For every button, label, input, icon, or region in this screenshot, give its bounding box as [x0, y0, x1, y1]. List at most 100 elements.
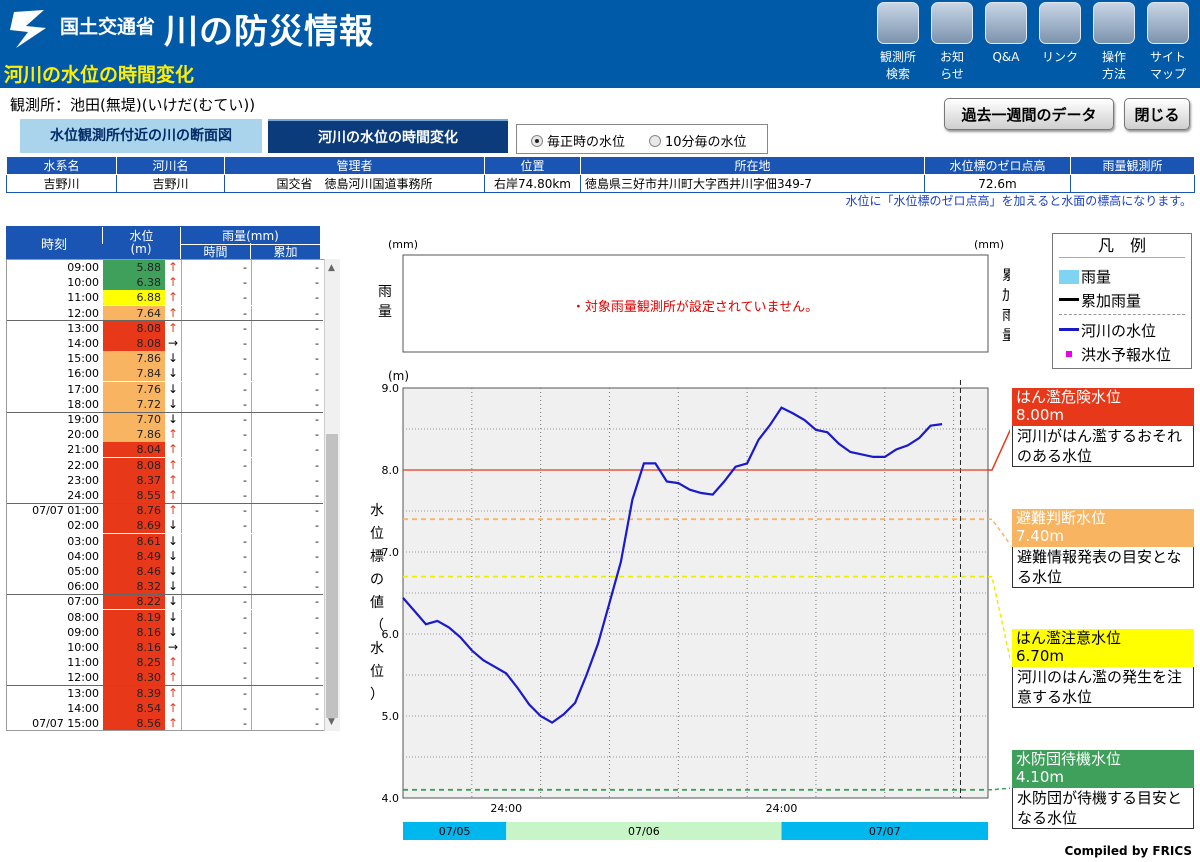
- row-rain-total: -: [251, 503, 323, 519]
- row-time: 04:00: [67, 549, 99, 563]
- row-time: 17:00: [67, 382, 99, 396]
- radio-ten-min[interactable]: 10分毎の水位: [649, 131, 747, 150]
- info-value: 徳島県三好市井川町大字西井川字佃349-7: [580, 174, 925, 193]
- row-time: 06:00: [67, 580, 99, 594]
- row-time: 02:00: [67, 519, 99, 533]
- row-time: 20:00: [67, 428, 99, 442]
- nav-sitemap[interactable]: サイト マップ: [1143, 2, 1193, 88]
- row-trend-arrow: ↓: [167, 381, 179, 396]
- y-axis-label: 値: [370, 595, 384, 611]
- row-trend-arrow: ↑: [167, 488, 179, 502]
- nav-label: お知 らせ: [939, 50, 964, 81]
- table-separator: [7, 593, 323, 595]
- threshold-name: はん濫危険水位: [1016, 388, 1122, 406]
- table-row: 12:00 8.30 ↑ - -: [7, 670, 323, 686]
- row-rain-hour: -: [181, 366, 251, 382]
- row-time: 18:00: [67, 397, 99, 411]
- table-row: 08:00 8.19 ↓ - -: [7, 609, 323, 625]
- rain-ylabel-left: 量: [378, 304, 392, 320]
- row-rain-hour: -: [181, 503, 251, 519]
- threshold-desc: 水防団が待機する目安となる水位: [1012, 788, 1194, 829]
- y-tick-label: 6.0: [382, 628, 400, 641]
- table-row: 13:00 8.39 ↑ - -: [7, 685, 323, 701]
- row-trend-arrow: →: [167, 640, 179, 654]
- y-tick-label: 4.0: [382, 792, 400, 805]
- threshold-standby-head: 水防団待機水位 4.10m: [1012, 750, 1194, 788]
- row-trend-arrow: ↑: [167, 685, 179, 700]
- rain-ylabel-right: 量: [1002, 328, 1010, 344]
- table-separator: [7, 320, 323, 322]
- col-rain-hour: 時間: [180, 243, 250, 260]
- info-header: 位置: [484, 156, 581, 175]
- info-value: [1070, 174, 1195, 193]
- tab-level-change[interactable]: 河川の水位の時間変化: [268, 119, 508, 153]
- past-week-data-button[interactable]: 過去一週間のデータ: [944, 98, 1114, 130]
- row-rain-hour: -: [181, 670, 251, 686]
- row-level: 8.69: [103, 518, 165, 534]
- row-rain-total: -: [251, 609, 323, 625]
- row-rain-hour: -: [181, 290, 251, 306]
- row-time: 14:00: [67, 337, 99, 350]
- info-header: 水系名: [6, 156, 117, 175]
- row-rain-total: -: [251, 290, 323, 306]
- row-trend-arrow: ↑: [167, 320, 179, 335]
- threshold-value: 6.70m: [1016, 647, 1065, 665]
- threshold-name: 避難判断水位: [1016, 509, 1107, 527]
- row-level: 7.84: [103, 366, 165, 382]
- legend-item-forecast: 洪水予報水位: [1059, 344, 1171, 365]
- row-level: 8.04: [103, 442, 165, 458]
- row-trend-arrow: ↓: [167, 579, 179, 594]
- row-rain-hour: -: [181, 396, 251, 412]
- row-trend-arrow: ↓: [167, 396, 179, 411]
- row-time: 13:00: [67, 321, 99, 335]
- tab-cross-section[interactable]: 水位観測所付近の川の断面図: [20, 119, 262, 153]
- data-table-body[interactable]: 09:00 5.88 ↑ - -10:00 6.38 ↑ - -11:00 6.88 ↑ - -12:0…: [6, 259, 340, 731]
- elevation-note: 水位に「水位標のゼロ点高」を加えると水面の標高になります。: [845, 194, 1192, 208]
- scroll-thumb[interactable]: [326, 434, 338, 718]
- row-level: 8.30: [103, 670, 165, 686]
- page-root: 国土交通省 川の防災情報 河川の水位の時間変化 観測所 検索 お知 らせ Q&A…: [0, 0, 1200, 862]
- legend-label: 雨量: [1081, 268, 1112, 286]
- table-row: 10:00 6.38 ↑ - -: [7, 275, 323, 291]
- nav-howto[interactable]: 操作 方法: [1089, 2, 1139, 88]
- row-rain-total: -: [251, 472, 323, 488]
- close-button[interactable]: 閉じる: [1124, 98, 1190, 130]
- row-rain-total: -: [251, 518, 323, 534]
- row-rain-hour: -: [181, 624, 251, 640]
- row-rain-hour: -: [181, 412, 251, 427]
- row-time: 12:00: [67, 671, 99, 685]
- row-trend-arrow: ↑: [167, 457, 179, 472]
- nav-qa[interactable]: Q&A: [981, 2, 1031, 88]
- nav-news[interactable]: お知 らせ: [927, 2, 977, 88]
- y-tick-label: 7.0: [382, 546, 400, 559]
- radio-hourly[interactable]: 毎正時の水位: [531, 131, 625, 150]
- row-level: 8.16: [103, 640, 165, 655]
- legend-rain-swatch: [1059, 270, 1079, 284]
- legend-divider: [1059, 314, 1185, 315]
- row-trend-arrow: ↑: [167, 655, 179, 670]
- row-time: 21:00: [67, 443, 99, 457]
- nav-station-search[interactable]: 観測所 検索: [873, 2, 923, 88]
- row-rain-hour: -: [181, 609, 251, 625]
- row-rain-total: -: [251, 427, 323, 443]
- row-trend-arrow: ↑: [167, 472, 179, 487]
- row-rain-total: -: [251, 396, 323, 412]
- threshold-name: 水防団待機水位: [1016, 750, 1122, 768]
- radio-checked-icon: [531, 135, 543, 147]
- legend-forecast-swatch: [1066, 351, 1072, 357]
- table-separator: [7, 685, 323, 687]
- row-time: 08:00: [67, 610, 99, 624]
- scroll-up-icon[interactable]: ▲: [328, 263, 335, 273]
- nav-links[interactable]: リンク: [1035, 2, 1085, 88]
- legend-label: 累加雨量: [1081, 292, 1142, 310]
- info-header: 管理者: [224, 156, 485, 175]
- scroll-down-icon[interactable]: ▼: [328, 717, 335, 727]
- row-time: 13:00: [67, 686, 99, 700]
- rain-ylabel-right: 雨: [1002, 308, 1010, 324]
- row-rain-total: -: [251, 670, 323, 686]
- header-bar: 国土交通省 川の防災情報 河川の水位の時間変化 観測所 検索 お知 らせ Q&A…: [0, 0, 1200, 88]
- link-icon: [1039, 2, 1081, 44]
- radio-hourly-label: 毎正時の水位: [547, 135, 626, 150]
- legend-label: 河川の水位: [1081, 322, 1157, 340]
- threshold-connector: [988, 518, 1010, 546]
